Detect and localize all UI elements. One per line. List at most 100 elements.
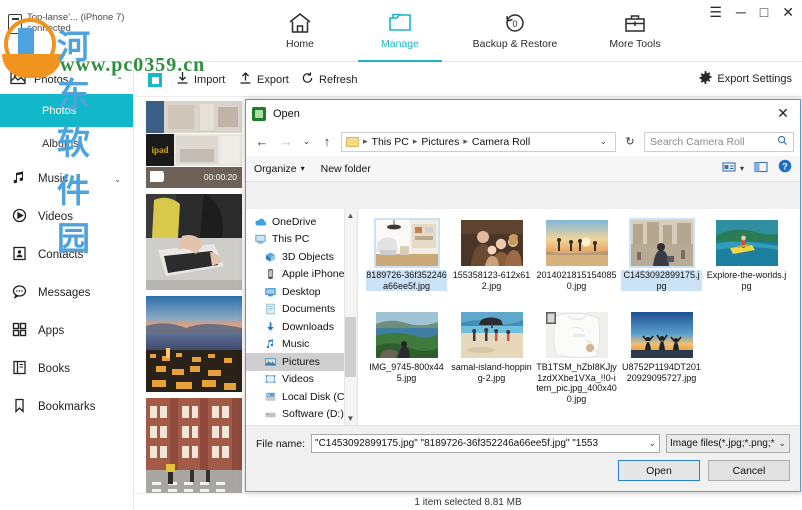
maximize-button[interactable]: □ xyxy=(760,5,768,19)
tree-scrollbar-thumb[interactable] xyxy=(345,317,356,377)
file-item[interactable]: 8189726-36f352246a66ee5f.jpg xyxy=(364,215,449,307)
chevron-down-icon[interactable]: ⌄ xyxy=(114,175,121,184)
chevron-down-icon[interactable]: ⌄ xyxy=(775,438,786,449)
sidebar-item-albums[interactable]: Albums xyxy=(0,127,133,160)
file-item[interactable]: samal-island-hopping-2.jpg xyxy=(449,307,534,399)
new-folder-button[interactable]: New folder xyxy=(321,163,371,175)
search-input[interactable]: Search Camera Roll xyxy=(650,136,777,148)
tree-item-local-disk-c[interactable]: Local Disk (C:) xyxy=(246,388,357,406)
dialog-close-button[interactable]: ✕ xyxy=(766,100,800,127)
file-item[interactable]: U8752P1194DT20120929095727.jpg xyxy=(619,307,704,399)
books-icon xyxy=(12,360,27,378)
tree-item-documents[interactable]: Documents xyxy=(246,301,357,319)
organize-button[interactable]: Organize ▾ xyxy=(254,163,305,175)
search-box[interactable]: Search Camera Roll xyxy=(644,131,794,152)
breadcrumb-this-pc[interactable]: This PC xyxy=(372,136,409,148)
list-item[interactable] xyxy=(146,398,242,493)
menu-icon[interactable]: ☰ xyxy=(709,5,722,19)
file-item[interactable]: C1453092899175.jpg xyxy=(619,215,704,307)
sidebar-item-messages[interactable]: Messages xyxy=(0,274,133,312)
sidebar-item-videos[interactable]: Videos xyxy=(0,198,133,236)
sidebar-item-bookmarks[interactable]: Bookmarks xyxy=(0,388,133,426)
list-item[interactable] xyxy=(146,194,242,290)
nav-tab-more-tools[interactable]: More Tools xyxy=(580,0,690,62)
breadcrumb-camera-roll[interactable]: Camera Roll xyxy=(472,136,530,148)
export-button[interactable]: Export xyxy=(239,71,289,88)
export-settings-label: Export Settings xyxy=(717,73,792,85)
sidebar-item-music[interactable]: Music ⌄ xyxy=(0,160,133,198)
chevron-up-icon[interactable]: ⌃ xyxy=(116,76,123,85)
open-button[interactable]: Open xyxy=(618,460,700,481)
recent-locations-button[interactable]: ⌄ xyxy=(300,132,313,152)
tree-scrollbar[interactable]: ▲ ▼ xyxy=(344,209,357,425)
select-all-icon[interactable] xyxy=(148,73,162,87)
chevron-down-icon[interactable]: ⌄ xyxy=(645,438,656,449)
breadcrumb-pictures[interactable]: Pictures xyxy=(421,136,459,148)
sidebar-item-albums-label: Albums xyxy=(42,137,79,150)
tree-item-pictures[interactable]: Pictures xyxy=(246,353,357,371)
file-item[interactable]: IMG_9745-800x445.jpg xyxy=(364,307,449,399)
tree-item-music[interactable]: Music xyxy=(246,336,357,354)
sidebar-item-messages-label: Messages xyxy=(38,287,91,299)
tree-item-software-d-label: Software (D:) xyxy=(282,408,344,421)
sidebar-header-photos[interactable]: Photos ⌃ xyxy=(0,66,133,94)
nav-tab-home[interactable]: Home xyxy=(250,0,350,62)
tree-item-downloads[interactable]: Downloads xyxy=(246,318,357,336)
file-name: Explore-the-worlds.jpg xyxy=(706,270,787,291)
tree-item-onedrive[interactable]: OneDrive xyxy=(246,213,357,231)
tree-item-software-d[interactable]: Software (D:) xyxy=(246,406,357,424)
address-bar[interactable]: ▸ This PC ▸ Pictures ▸ Camera Roll ⌄ xyxy=(341,131,616,152)
nav-tab-manage[interactable]: Manage xyxy=(350,0,450,62)
file-type-filter[interactable]: Image files(*.jpg;*.png;*.bmp;*. ⌄ xyxy=(666,434,790,453)
cancel-button[interactable]: Cancel xyxy=(708,460,790,481)
tree-item-local-disk-c-label: Local Disk (C:) xyxy=(282,390,351,403)
refresh-button[interactable]: Refresh xyxy=(301,71,358,88)
sidebar-item-photos[interactable]: Photos xyxy=(0,94,133,127)
sidebar: Photos ⌃ Photos Albums Music ⌄ Videos Co… xyxy=(0,62,134,510)
tree-item-videos[interactable]: Videos xyxy=(246,371,357,389)
sidebar-item-contacts[interactable]: Contacts xyxy=(0,236,133,274)
nav-tab-home-label: Home xyxy=(285,38,314,50)
device-status: connected xyxy=(27,23,71,34)
file-thumbnail xyxy=(628,218,695,268)
refresh-button[interactable]: ↻ xyxy=(620,132,640,152)
list-item[interactable]: ipad 00:00:20 xyxy=(146,101,242,188)
close-button[interactable]: ✕ xyxy=(782,5,794,19)
up-button[interactable]: ↑ xyxy=(317,132,337,152)
refresh-icon xyxy=(301,71,314,88)
connected-device[interactable]: Top-lanse'... (iPhone 7) connected xyxy=(8,12,124,34)
tree-item-desktop[interactable]: Desktop xyxy=(246,283,357,301)
file-item[interactable]: 20140218151540850.jpg xyxy=(534,215,619,307)
export-settings-button[interactable]: Export Settings xyxy=(699,71,792,87)
file-item[interactable]: TB1TSM_hZbI8KJjy1zdXXbe1VXa_!!0-item_pic… xyxy=(534,307,619,404)
import-icon xyxy=(176,71,189,88)
dialog-title-bar: Open ✕ xyxy=(246,100,800,127)
tree-item-this-pc[interactable]: This PC xyxy=(246,231,357,249)
tree-item-this-pc-label: This PC xyxy=(272,233,310,246)
help-icon[interactable]: ? xyxy=(778,159,792,178)
scroll-down-icon[interactable]: ▼ xyxy=(345,412,356,425)
import-button[interactable]: Import xyxy=(176,71,225,88)
tree-item-3d-objects[interactable]: 3D Objects xyxy=(246,248,357,266)
svg-text:00:00:20: 00:00:20 xyxy=(204,172,237,182)
back-button[interactable]: ← xyxy=(252,132,272,152)
file-name-input[interactable]: "C1453092899175.jpg" "8189726-36f352246a… xyxy=(311,434,660,453)
file-name: C1453092899175.jpg xyxy=(621,270,702,291)
desktop-icon xyxy=(264,286,277,298)
minimize-button[interactable]: ─ xyxy=(736,5,746,19)
nav-tab-backup-restore[interactable]: 0 Backup & Restore xyxy=(450,0,580,62)
file-item[interactable]: Explore-the-worlds.jpg xyxy=(704,215,789,307)
list-item[interactable] xyxy=(146,296,242,392)
tree-item-pictures-label: Pictures xyxy=(282,355,320,368)
tree-item-apple-iphone[interactable]: Apple iPhone xyxy=(246,266,357,284)
sidebar-item-books[interactable]: Books xyxy=(0,350,133,388)
view-layout-icon[interactable] xyxy=(722,160,736,178)
forward-button[interactable]: → xyxy=(276,132,296,152)
sidebar-item-apps[interactable]: Apps xyxy=(0,312,133,350)
scroll-up-icon[interactable]: ▲ xyxy=(345,209,356,222)
address-dropdown-icon[interactable]: ⌄ xyxy=(595,136,611,147)
file-item[interactable]: 155358123-612x612.jpg xyxy=(449,215,534,307)
preview-pane-icon[interactable] xyxy=(754,160,768,178)
videos-folder-icon xyxy=(264,373,277,385)
chevron-down-icon[interactable]: ▾ xyxy=(740,164,744,173)
